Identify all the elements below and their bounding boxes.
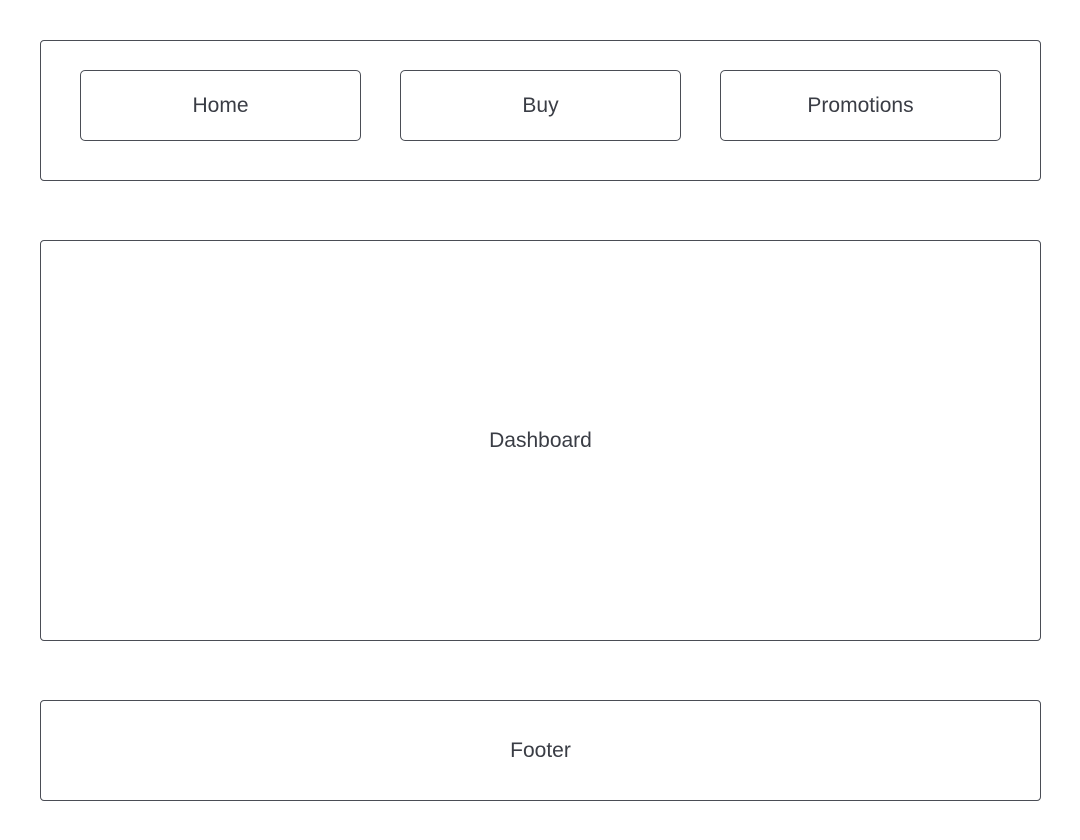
nav-home-button[interactable]: Home [80,70,361,141]
nav-buy-button[interactable]: Buy [400,70,681,141]
nav-promotions-label: Promotions [807,93,914,117]
nav-buy-label: Buy [522,93,559,117]
dashboard-panel: Dashboard [40,240,1041,641]
footer-panel: Footer [40,700,1041,801]
dashboard-label: Dashboard [489,428,592,452]
nav-home-label: Home [192,93,249,117]
nav-promotions-button[interactable]: Promotions [720,70,1001,141]
footer-label: Footer [510,738,571,762]
